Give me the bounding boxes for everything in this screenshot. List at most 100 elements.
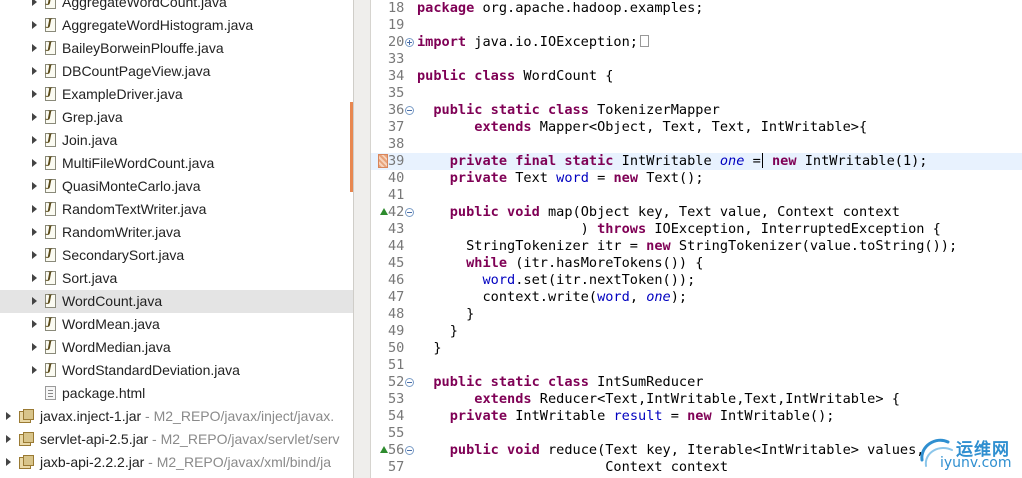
tree-item-label: WordMedian.java xyxy=(62,339,171,355)
tree-item-label: ExampleDriver.java xyxy=(62,86,183,102)
code-line-49[interactable]: 49 } xyxy=(371,323,1022,340)
tree-item-jar-2[interactable]: jaxb-api-2.2.2.jar - M2_REPO/javax/xml/b… xyxy=(0,451,353,474)
code-line-18[interactable]: 18 package org.apache.hadoop.examples; xyxy=(371,0,1022,17)
code-text: public void map(Object key, Text value, … xyxy=(449,204,900,220)
expand-arrow-icon[interactable] xyxy=(32,21,37,29)
view-splitter[interactable] xyxy=(353,0,371,478)
expand-arrow-icon[interactable] xyxy=(32,159,37,167)
jar-name: javax.inject-1.jar xyxy=(40,408,142,424)
tree-item-aggregatewordcount-java[interactable]: J AggregateWordCount.java xyxy=(0,0,353,14)
code-line-35[interactable]: 35 xyxy=(371,85,1022,102)
code-line-39[interactable]: 39 private final static IntWritable one … xyxy=(371,153,1022,170)
java-file-icon: J xyxy=(45,18,56,32)
code-text: package org.apache.hadoop.examples; xyxy=(417,0,704,16)
code-line-51[interactable]: 51 xyxy=(371,357,1022,374)
expand-arrow-icon[interactable] xyxy=(32,297,37,305)
tree-item-jar-1[interactable]: servlet-api-2.5.jar - M2_REPO/javax/serv… xyxy=(0,428,353,451)
warning-marker-icon[interactable] xyxy=(378,154,388,168)
tree-item-wordstandarddeviation-java[interactable]: J WordStandardDeviation.java xyxy=(0,359,353,382)
collapsed-imports-icon[interactable] xyxy=(639,35,649,47)
tree-item-multifilewordcount-java[interactable]: J MultiFileWordCount.java xyxy=(0,152,353,175)
expand-arrow-icon[interactable] xyxy=(32,182,37,190)
code-line-34[interactable]: 34 public class WordCount { xyxy=(371,68,1022,85)
code-line-53[interactable]: 53 extends Reducer<Text,IntWritable,Text… xyxy=(371,391,1022,408)
expand-arrow-icon[interactable] xyxy=(32,274,37,282)
code-line-45[interactable]: 45 while (itr.hasMoreTokens()) { xyxy=(371,255,1022,272)
code-line-36[interactable]: 36 public static class TokenizerMapper xyxy=(371,102,1022,119)
expand-arrow-icon[interactable] xyxy=(6,435,11,443)
expand-arrow-icon[interactable] xyxy=(32,228,37,236)
tree-item-label: WordStandardDeviation.java xyxy=(62,362,240,378)
code-line-37[interactable]: 37 extends Mapper<Object, Text, Text, In… xyxy=(371,119,1022,136)
expand-arrow-icon[interactable] xyxy=(32,205,37,213)
code-text: } xyxy=(417,306,475,322)
tree-item-wordmedian-java[interactable]: J WordMedian.java xyxy=(0,336,353,359)
package-explorer[interactable]: J AggregateWordCount.java J AggregateWordHi… xyxy=(0,0,353,478)
fold-collapse-icon[interactable] xyxy=(405,378,414,387)
jar-name: servlet-api-2.5.jar xyxy=(40,431,149,447)
code-text: public void reduce(Text key, Iterable<In… xyxy=(449,442,925,458)
fold-expand-icon[interactable] xyxy=(405,38,414,47)
fold-collapse-icon[interactable] xyxy=(405,208,414,217)
tree-item-secondarysort-java[interactable]: J SecondarySort.java xyxy=(0,244,353,267)
code-line-50[interactable]: 50 } xyxy=(371,340,1022,357)
expand-arrow-icon[interactable] xyxy=(32,0,37,6)
code-line-52[interactable]: 52 public static class IntSumReducer xyxy=(371,374,1022,391)
tree-item-aggregatewordhistogram-java[interactable]: J AggregateWordHistogram.java xyxy=(0,14,353,37)
code-line-40[interactable]: 40 private Text word = new Text(); xyxy=(371,170,1022,187)
java-file-icon: J xyxy=(45,156,56,170)
code-line-38[interactable]: 38 xyxy=(371,136,1022,153)
tree-item-dbcountpageview-java[interactable]: J DBCountPageView.java xyxy=(0,60,353,83)
tree-item-sort-java[interactable]: J Sort.java xyxy=(0,267,353,290)
code-line-33[interactable]: 33 xyxy=(371,51,1022,68)
tree-item-baileyborweinplouffe-java[interactable]: J BaileyBorweinPlouffe.java xyxy=(0,37,353,60)
code-line-46[interactable]: 46 word.set(itr.nextToken()); xyxy=(371,272,1022,289)
tree-item-jar-0[interactable]: javax.inject-1.jar - M2_REPO/javax/injec… xyxy=(0,405,353,428)
tree-item-join-java[interactable]: J Join.java xyxy=(0,129,353,152)
code-line-41[interactable]: 41 xyxy=(371,187,1022,204)
expand-arrow-icon[interactable] xyxy=(32,90,37,98)
code-line-19[interactable]: 19 xyxy=(371,17,1022,34)
tree-item-quasimontecarlo-java[interactable]: J QuasiMonteCarlo.java xyxy=(0,175,353,198)
line-number: 41 xyxy=(388,187,405,203)
expand-arrow-icon[interactable] xyxy=(32,320,37,328)
line-number: 38 xyxy=(388,136,405,152)
java-file-icon: J xyxy=(45,87,56,101)
tree-item-grep-java[interactable]: J Grep.java xyxy=(0,106,353,129)
tree-item-label: SecondarySort.java xyxy=(62,247,185,263)
code-line-47[interactable]: 47 context.write(word, one); xyxy=(371,289,1022,306)
line-number: 51 xyxy=(388,357,405,373)
override-triangle-icon xyxy=(380,208,388,215)
line-number: 50 xyxy=(388,340,405,356)
code-line-48[interactable]: 48 } xyxy=(371,306,1022,323)
tree-item-package-html[interactable]: package.html xyxy=(0,382,353,405)
expand-arrow-icon[interactable] xyxy=(32,113,37,121)
expand-arrow-icon[interactable] xyxy=(32,44,37,52)
code-text: context.write(word, one); xyxy=(417,289,688,305)
expand-arrow-icon[interactable] xyxy=(32,136,37,144)
code-line-54[interactable]: 54 private IntWritable result = new IntW… xyxy=(371,408,1022,425)
fold-collapse-icon[interactable] xyxy=(405,106,414,115)
expand-arrow-icon[interactable] xyxy=(32,343,37,351)
tree-item-label: DBCountPageView.java xyxy=(62,63,211,79)
code-line-43[interactable]: 43 ) throws IOException, InterruptedExce… xyxy=(371,221,1022,238)
tree-item-exampledriver-java[interactable]: J ExampleDriver.java xyxy=(0,83,353,106)
code-text: word.set(itr.nextToken()); xyxy=(482,272,696,288)
expand-arrow-icon[interactable] xyxy=(6,458,11,466)
tree-item-randomtextwriter-java[interactable]: J RandomTextWriter.java xyxy=(0,198,353,221)
code-line-20[interactable]: 20 import java.io.IOException; xyxy=(371,34,1022,51)
tree-item-wordmean-java[interactable]: J WordMean.java xyxy=(0,313,353,336)
expand-arrow-icon[interactable] xyxy=(6,412,11,420)
tree-item-randomwriter-java[interactable]: J RandomWriter.java xyxy=(0,221,353,244)
code-text: ) throws IOException, InterruptedExcepti… xyxy=(417,221,941,237)
expand-arrow-icon[interactable] xyxy=(32,366,37,374)
code-text: public static class TokenizerMapper xyxy=(433,102,720,118)
java-editor[interactable]: 18 package org.apache.hadoop.examples; 19 2… xyxy=(371,0,1022,478)
tree-item-wordcount-java[interactable]: J WordCount.java xyxy=(0,290,353,313)
code-line-42[interactable]: 42 public void map(Object key, Text valu… xyxy=(371,204,1022,221)
code-line-44[interactable]: 44 StringTokenizer itr = new StringToken… xyxy=(371,238,1022,255)
expand-arrow-icon[interactable] xyxy=(32,67,37,75)
fold-collapse-icon[interactable] xyxy=(405,446,414,455)
expand-arrow-icon[interactable] xyxy=(32,251,37,259)
html-file-icon xyxy=(45,386,56,400)
